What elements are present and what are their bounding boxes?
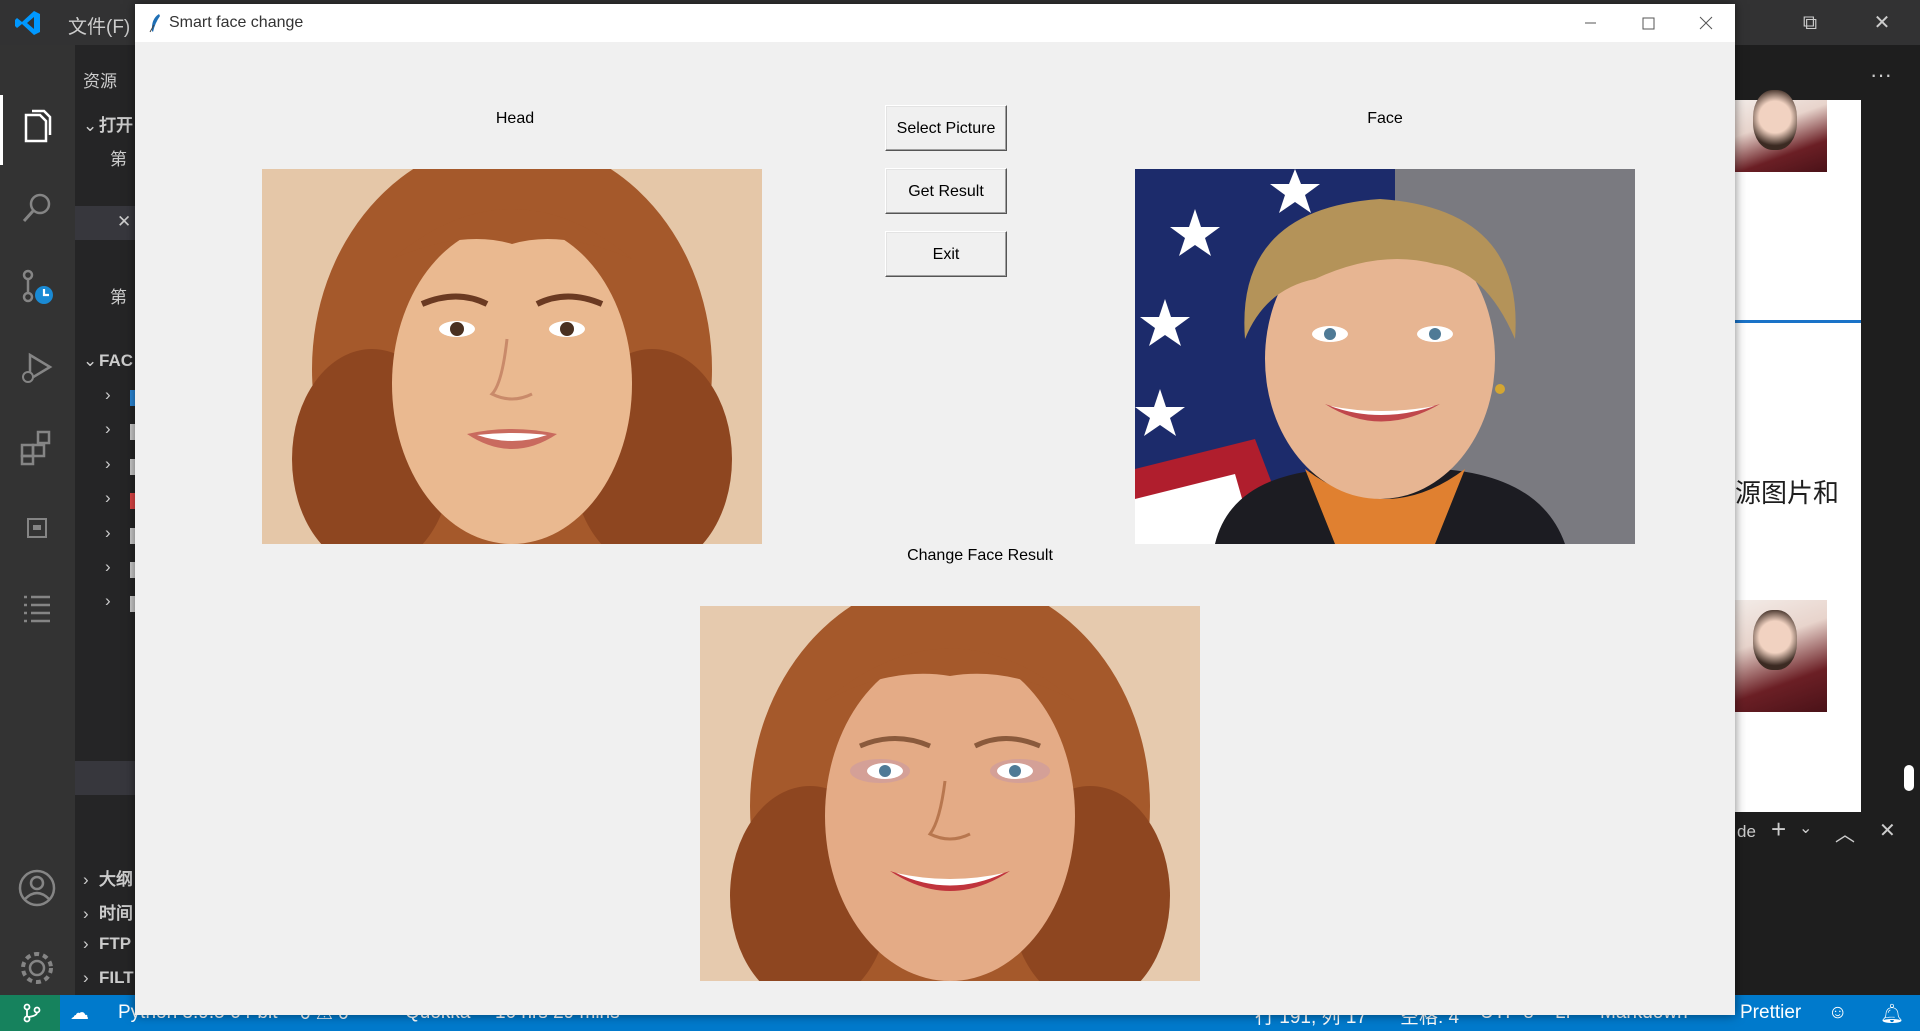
preview-thumbnail	[1735, 90, 1827, 172]
chevron-right-icon[interactable]: ›	[105, 385, 111, 405]
chevron-right-icon[interactable]: ›	[105, 454, 111, 474]
chevron-right-icon: ›	[83, 934, 89, 953]
maximize-icon[interactable]	[1619, 4, 1677, 42]
close-panel-icon[interactable]: ✕	[1879, 818, 1896, 843]
restore-icon[interactable]: ⧉	[1790, 8, 1830, 38]
window-title: Smart face change	[169, 14, 304, 31]
run-debug-icon[interactable]	[16, 347, 58, 389]
remote-explorer-icon[interactable]	[16, 507, 58, 549]
open-editor-item[interactable]: 第	[110, 145, 127, 170]
add-terminal-icon[interactable]: +	[1771, 814, 1786, 845]
chevron-down-icon[interactable]: ⌄	[1799, 818, 1812, 838]
close-icon[interactable]	[1677, 4, 1735, 42]
maximize-panel-icon[interactable]: ︿	[1835, 818, 1855, 847]
explorer-icon[interactable]	[16, 107, 58, 149]
ftp-header[interactable]: › FTP	[83, 934, 131, 954]
menu-file[interactable]: 文件(F)	[68, 12, 130, 39]
chevron-right-icon[interactable]: ›	[105, 523, 111, 543]
timeline-header[interactable]: › 时间	[83, 899, 133, 924]
scrollbar-thumb[interactable]	[1904, 765, 1914, 791]
selected-file-row[interactable]	[75, 761, 135, 795]
head-label: Head	[495, 110, 535, 127]
preview-thumbnail	[1735, 600, 1827, 712]
activity-bar	[0, 45, 75, 995]
select-picture-button[interactable]: Select Picture	[885, 105, 1007, 151]
terminal-bar: de + ⌄ ︿ ✕	[1735, 812, 1920, 852]
list-icon[interactable]	[16, 587, 58, 629]
feedback-icon[interactable]: ☺	[1828, 1002, 1847, 1024]
filter-header[interactable]: › FILT	[83, 968, 134, 988]
chevron-down-icon: ⌄	[83, 116, 98, 135]
window-titlebar: Smart face change	[135, 4, 1735, 42]
terminal-label: de	[1737, 822, 1756, 841]
exit-button[interactable]: Exit	[885, 231, 1007, 277]
minimize-icon[interactable]	[1561, 4, 1619, 42]
face-image	[1135, 169, 1635, 544]
result-label: Change Face Result	[907, 547, 1053, 564]
folder-header[interactable]: ⌄ FAC	[83, 351, 133, 371]
open-editor-item[interactable]: 第	[110, 283, 127, 308]
chevron-right-icon[interactable]: ›	[105, 419, 111, 439]
smart-face-change-window: Smart face change Head Face Change Face …	[135, 4, 1735, 1015]
extensions-icon[interactable]	[16, 427, 58, 469]
tk-feather-icon	[149, 14, 160, 33]
chevron-right-icon[interactable]: ›	[105, 488, 111, 508]
sync-cloud-icon[interactable]: ☁	[70, 1002, 89, 1025]
close-editor-icon[interactable]: ✕	[117, 212, 131, 232]
more-actions-icon[interactable]: ···	[1870, 62, 1892, 88]
search-icon[interactable]	[16, 187, 58, 229]
vscode-logo-icon	[15, 11, 40, 35]
chevron-right-icon: ›	[83, 968, 89, 987]
chevron-down-icon: ⌄	[83, 351, 98, 370]
preview-text: 源图片和	[1735, 479, 1840, 509]
chevron-right-icon[interactable]: ›	[105, 557, 111, 577]
get-result-button[interactable]: Get Result	[885, 168, 1007, 214]
active-indicator	[0, 95, 3, 165]
notifications-bell-icon[interactable]: 🔔︎	[1880, 1002, 1904, 1026]
open-editors-header[interactable]: ⌄ 打开	[83, 111, 133, 136]
change-face-result-image	[700, 606, 1200, 981]
face-label: Face	[1367, 110, 1403, 127]
chevron-right-icon: ›	[83, 904, 89, 923]
head-image	[262, 169, 762, 544]
explorer-sidebar: 资源 ⌄ 打开 第 ✕ 第 ⌄ FAC › › › › › › › › 大纲 › 时间 …	[75, 45, 135, 995]
source-control-icon[interactable]	[16, 267, 58, 309]
branch-icon[interactable]	[22, 1003, 42, 1023]
preview-divider	[1735, 320, 1861, 323]
explorer-title: 资源	[83, 72, 117, 91]
close-icon[interactable]: ✕	[1862, 8, 1902, 38]
chevron-right-icon[interactable]: ›	[105, 591, 111, 611]
chevron-right-icon: ›	[83, 870, 89, 889]
account-icon[interactable]	[16, 867, 58, 909]
settings-gear-icon[interactable]	[16, 947, 58, 989]
prettier-status[interactable]: Prettier	[1740, 1002, 1801, 1024]
outline-header[interactable]: › 大纲	[83, 865, 133, 890]
